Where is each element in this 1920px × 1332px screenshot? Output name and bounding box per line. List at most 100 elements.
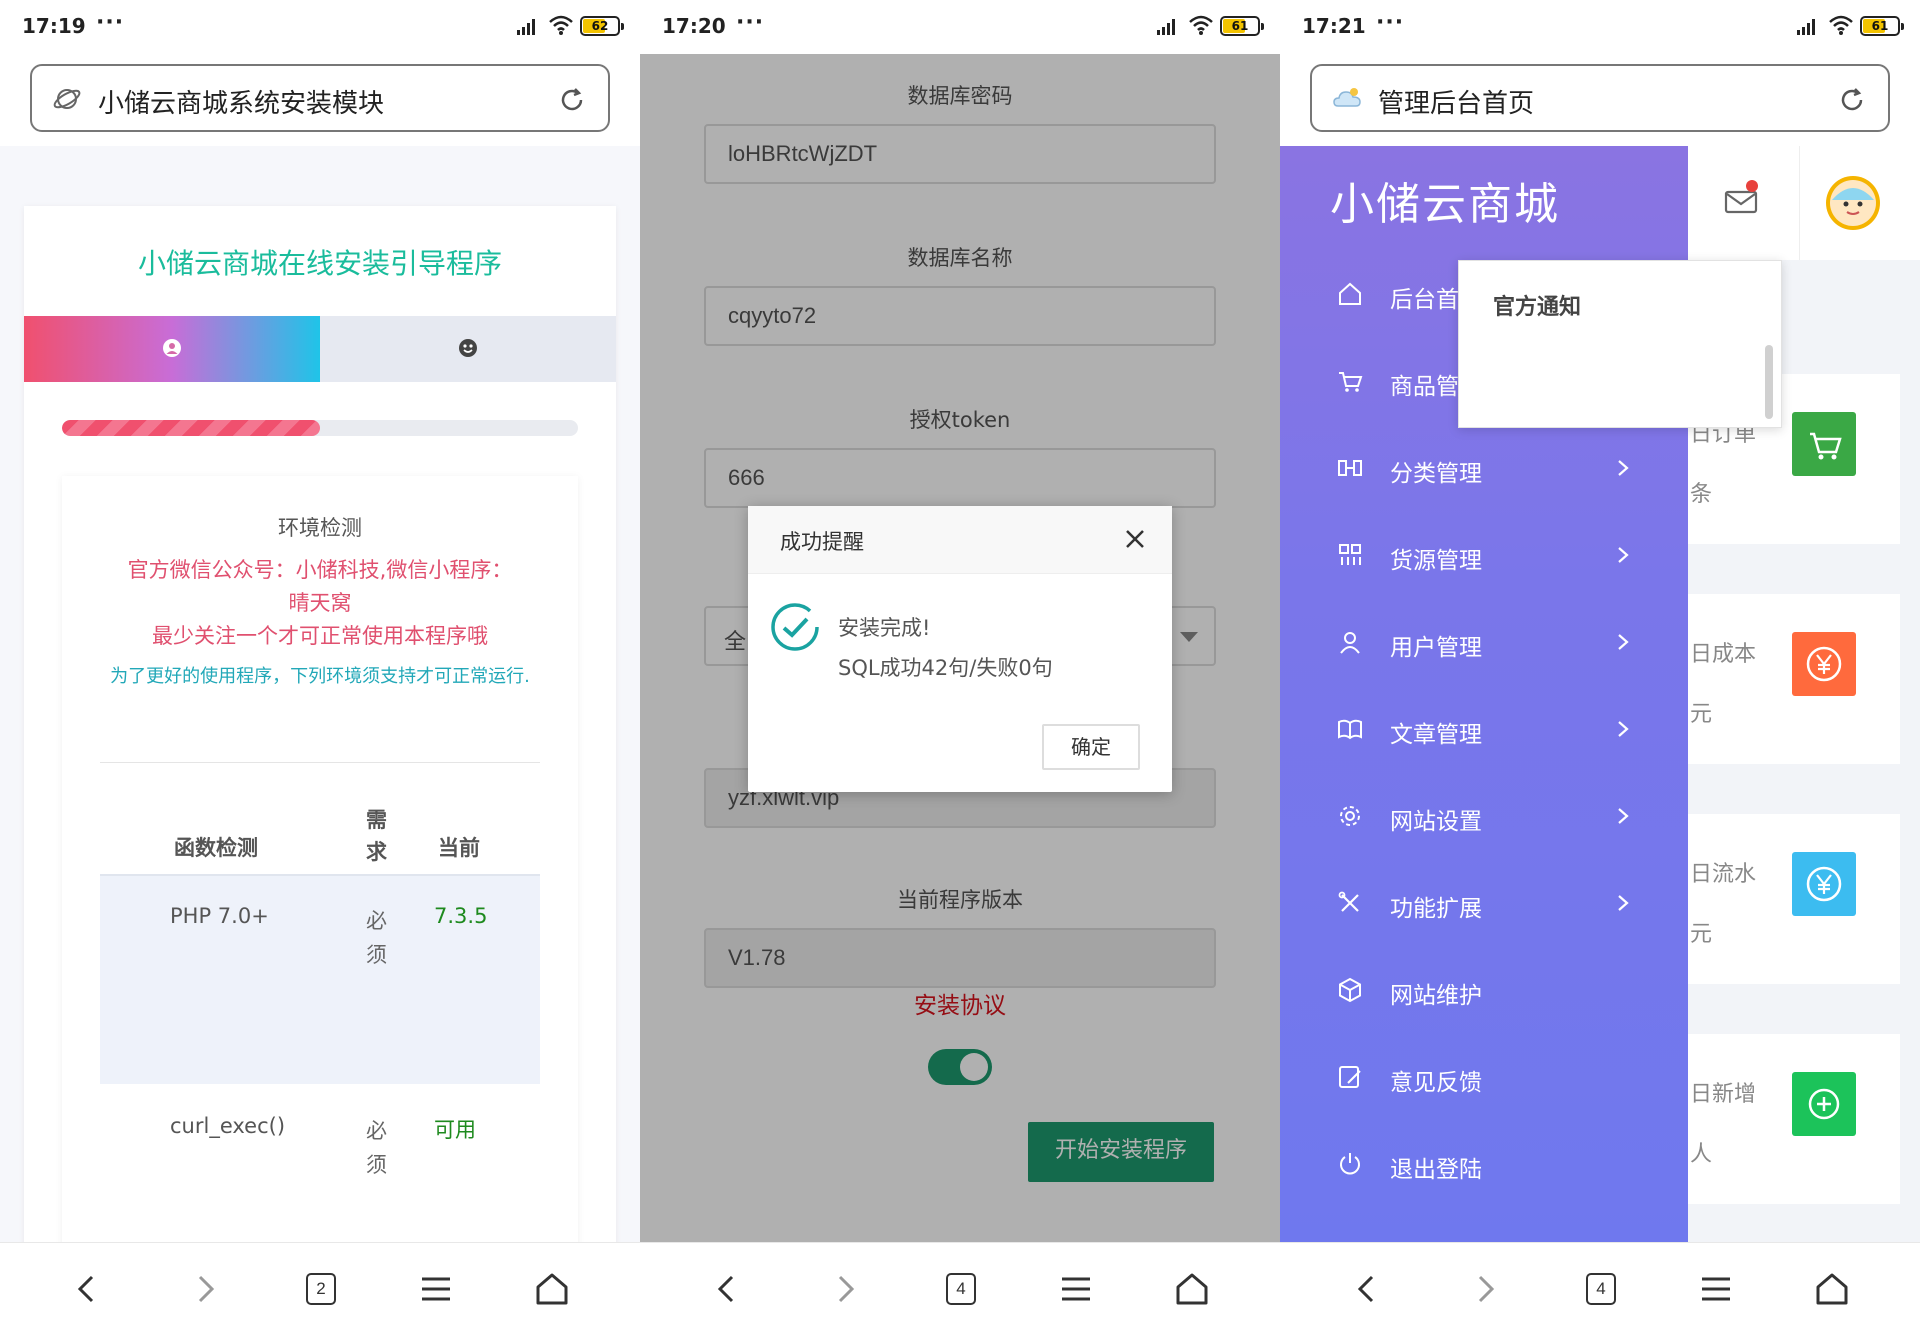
back-icon[interactable] [66, 1267, 110, 1311]
grid-icon [1339, 544, 1361, 565]
chevron-right-icon [1618, 547, 1629, 563]
yen-icon [1806, 866, 1842, 902]
battery-level: 62 [591, 19, 609, 33]
forward-icon[interactable] [182, 1267, 226, 1311]
table-row: PHP 7.0+ 必须 7.3.5 [100, 874, 540, 1084]
divider [1799, 146, 1800, 260]
col-header-current: 当前 [438, 836, 480, 860]
dialog-message-2: SQL成功42句/失败0句 [838, 656, 1053, 680]
battery-level: 61 [1231, 19, 1249, 33]
menu-icon[interactable] [1694, 1267, 1738, 1311]
reload-icon[interactable] [1838, 86, 1866, 114]
sidebar-item-logout[interactable]: 退出登陆 [1280, 1126, 1688, 1212]
cell-requirement: 必须 [366, 1119, 387, 1177]
tabs-button[interactable]: 4 [1578, 1267, 1622, 1311]
back-icon[interactable] [706, 1267, 750, 1311]
forward-icon[interactable] [822, 1267, 866, 1311]
browser-nav-bar: 2 [0, 1242, 640, 1332]
yen-icon [1806, 646, 1842, 682]
tab-step-user[interactable] [24, 316, 320, 382]
notice-teal: 为了更好的使用程序，下列环境须支持才可正常运行. [110, 666, 530, 687]
address-bar[interactable]: 小储云商城系统安装模块 [30, 64, 610, 132]
tab-count: 4 [1586, 1273, 1616, 1305]
sidebar-item-settings[interactable]: 网站设置 [1280, 778, 1688, 864]
phone-installer-screen: 17:19 ··· 62 小储云商城系统安装模块 小储云商城在线安装引导程序 环… [0, 0, 640, 1332]
sidebar-item-users[interactable]: 用户管理 [1280, 604, 1688, 690]
reload-icon[interactable] [558, 86, 586, 114]
confirm-button[interactable]: 确定 [1042, 724, 1140, 770]
stat-unit: 元 [1690, 702, 1713, 727]
menu-icon[interactable] [414, 1267, 458, 1311]
planet-icon [53, 89, 81, 109]
phone-install-form-screen: 17:20 ··· 61 数据库密码 loHBRtcWjZDT 数据库名称 cq… [640, 0, 1280, 1332]
cloud-icon [1333, 88, 1361, 107]
notification-dropdown: 官方通知 [1458, 260, 1782, 428]
avatar[interactable] [1826, 176, 1880, 230]
stat-icon-box [1792, 1072, 1856, 1136]
home-icon [1339, 282, 1361, 305]
sidebar-item-label: 商品管 [1390, 374, 1459, 400]
status-dots: ··· [1376, 10, 1405, 35]
phone-admin-screen: 17:21 ··· 61 管理后台首页 日订单 条 日成本 元 日流水 元 日新… [1280, 0, 1920, 1332]
sidebar-item-category[interactable]: 分类管理 [1280, 430, 1688, 516]
notice-line: 官方微信公众号：小储科技,微信小程序： [127, 558, 513, 582]
notice-line: 最少关注一个才可正常使用本程序哦 [152, 624, 488, 648]
stat-label: 日成本 [1690, 642, 1757, 667]
home-icon[interactable] [530, 1267, 574, 1311]
sidebar-item-extensions[interactable]: 功能扩展 [1280, 865, 1688, 951]
battery-icon: 62 [580, 16, 624, 36]
notice-line: 晴天窝 [288, 591, 352, 615]
col-header-requirement: 需求 [366, 808, 387, 864]
power-icon [1340, 1153, 1360, 1175]
notice-pink: 官方微信公众号：小储科技,微信小程序： 晴天窝 最少关注一个才可正常使用本程序哦 [82, 554, 558, 653]
dropdown-scrollbar[interactable] [1765, 345, 1773, 419]
mail-icon[interactable] [1724, 188, 1758, 216]
close-icon[interactable] [1122, 526, 1148, 552]
sidebar-item-label: 分类管理 [1390, 461, 1482, 487]
sidebar-item-maintenance[interactable]: 网站维护 [1280, 952, 1688, 1038]
dropdown-title: 官方通知 [1493, 295, 1582, 320]
install-progress-bar [62, 420, 578, 436]
sidebar-item-articles[interactable]: 文章管理 [1280, 691, 1688, 777]
browser-nav-bar: 4 [640, 1242, 1280, 1332]
sidebar-item-label: 网站维护 [1390, 983, 1482, 1009]
sidebar-item-feedback[interactable]: 意见反馈 [1280, 1039, 1688, 1125]
page-title: 管理后台首页 [1378, 89, 1535, 119]
dialog-header: 成功提醒 [748, 506, 1172, 574]
category-icon [1338, 460, 1362, 476]
home-icon[interactable] [1170, 1267, 1214, 1311]
sidebar-item-supply[interactable]: 货源管理 [1280, 517, 1688, 603]
sidebar-item-label: 退出登陆 [1390, 1157, 1482, 1183]
status-dots: ··· [736, 10, 765, 35]
tabs-button[interactable]: 2 [298, 1267, 342, 1311]
success-dialog: 成功提醒 安装完成! SQL成功42句/失败0句 确定 [748, 506, 1172, 792]
user-icon [1340, 632, 1360, 654]
address-bar[interactable]: 管理后台首页 [1310, 64, 1890, 132]
tab-count: 2 [306, 1273, 336, 1305]
chevron-right-icon [1618, 634, 1629, 650]
table-row: curl_exec() 必须 可用 [100, 1086, 540, 1266]
status-time: 17:19 [22, 14, 86, 38]
signal-icon [517, 19, 535, 35]
forward-icon[interactable] [1462, 1267, 1506, 1311]
installer-title: 小储云商城在线安装引导程序 [137, 247, 502, 280]
notification-dot [1746, 180, 1758, 192]
battery-icon: 61 [1220, 16, 1264, 36]
status-time: 17:20 [662, 14, 726, 38]
sidebar-item-label: 货源管理 [1390, 548, 1482, 574]
home-icon[interactable] [1810, 1267, 1854, 1311]
dialog-message-1: 安装完成! [838, 616, 931, 640]
sidebar-item-label: 意见反馈 [1390, 1070, 1482, 1096]
table-header: 函数检测 需求 当前 [100, 776, 540, 868]
dialog-title: 成功提醒 [780, 530, 864, 554]
back-icon[interactable] [1346, 1267, 1390, 1311]
installer-card: 小储云商城在线安装引导程序 环境检测 官方微信公众号：小储科技,微信小程序： 晴… [24, 206, 616, 1296]
col-header-function: 函数检测 [174, 836, 258, 860]
stat-label: 日新增 [1690, 1082, 1757, 1107]
cell-current: 7.3.5 [434, 904, 488, 928]
cube-icon [1339, 977, 1361, 1003]
stat-unit: 元 [1690, 922, 1713, 947]
tabs-button[interactable]: 4 [938, 1267, 982, 1311]
tab-step-smile[interactable] [320, 316, 616, 382]
menu-icon[interactable] [1054, 1267, 1098, 1311]
